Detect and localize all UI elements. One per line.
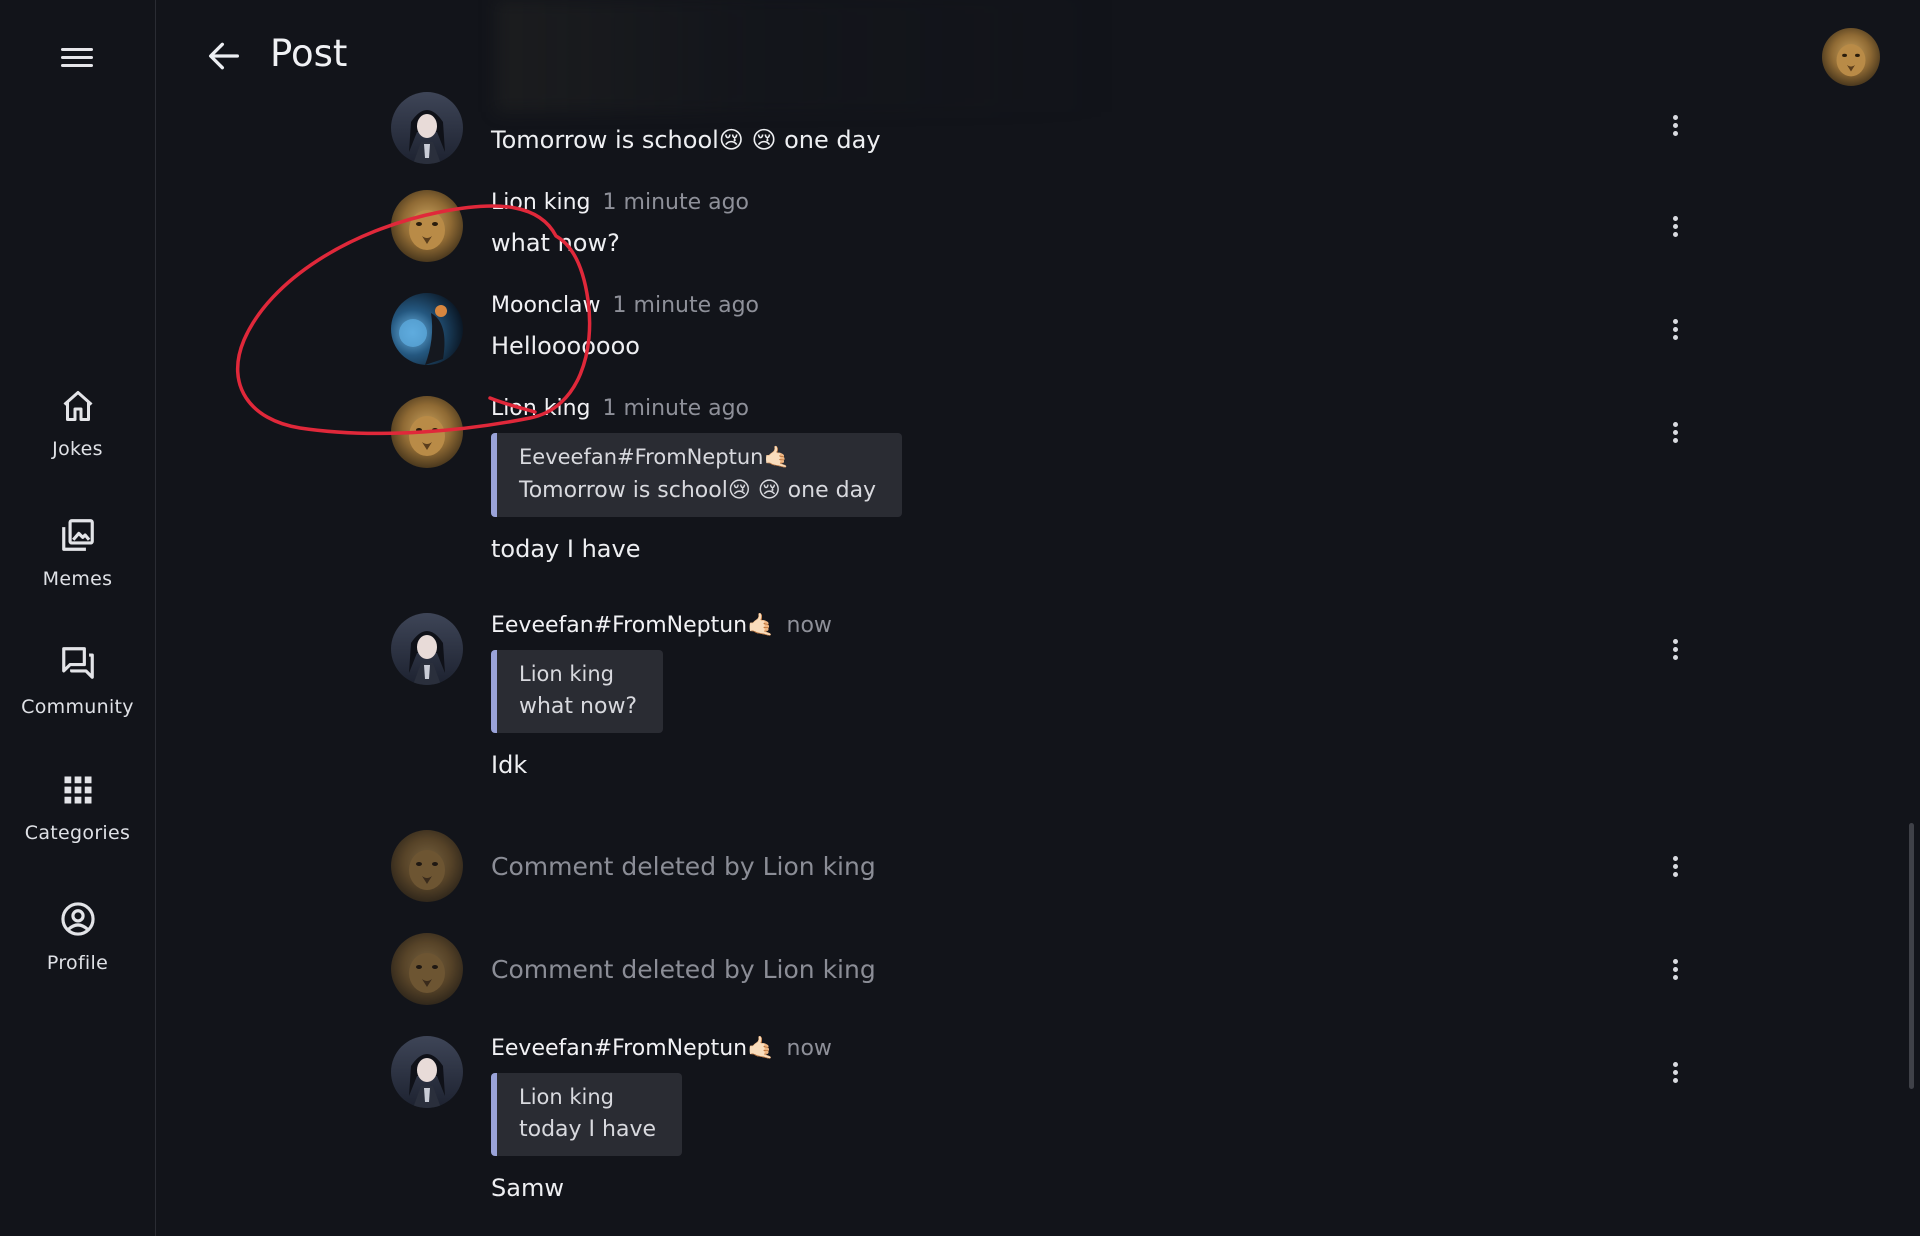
quote-author: Eeveefan#FromNeptun🤙🏻 bbox=[519, 445, 790, 469]
avatar[interactable] bbox=[391, 830, 463, 902]
home-icon bbox=[63, 391, 92, 421]
comment-author[interactable]: Lion king bbox=[491, 396, 591, 421]
more-vert-icon bbox=[1663, 115, 1687, 136]
avatar[interactable] bbox=[391, 396, 463, 468]
grid-icon bbox=[64, 776, 91, 804]
comment-author[interactable]: Moonclaw bbox=[491, 293, 601, 318]
comment-time: now bbox=[786, 613, 832, 638]
comment-text: Tomorrow is school😢 😢 one day bbox=[491, 126, 881, 154]
more-vert-icon bbox=[1663, 216, 1687, 237]
more-vert-icon bbox=[1663, 639, 1687, 660]
quote-text: Tomorrow is school😢 😢 one day bbox=[519, 478, 877, 503]
hamburger-menu-button[interactable] bbox=[58, 44, 98, 74]
more-vert-icon bbox=[1663, 422, 1687, 443]
quoted-comment[interactable]: Eeveefan#FromNeptun🤙🏻 Tomorrow is school… bbox=[491, 433, 903, 517]
more-vert-icon bbox=[1663, 856, 1687, 877]
more-options-button[interactable] bbox=[1663, 213, 1687, 243]
sidebar-item-label: Profile bbox=[46, 952, 109, 974]
comment-time: 1 minute ago bbox=[602, 190, 750, 215]
red-annotation-circle bbox=[235, 204, 592, 436]
scrollbar-thumb[interactable] bbox=[1909, 823, 1914, 1089]
more-options-button[interactable] bbox=[1663, 419, 1687, 449]
quote-text: today I have bbox=[519, 1117, 657, 1142]
comment-text: Hellooooooo bbox=[491, 332, 640, 360]
page-title: Post bbox=[270, 32, 348, 75]
comment-author[interactable]: Eeveefan#FromNeptun🤙🏻 bbox=[491, 613, 775, 638]
comment-text: today I have bbox=[491, 535, 641, 563]
arrow-left-icon bbox=[209, 42, 239, 70]
sidebar-item-label: Memes bbox=[42, 568, 113, 590]
sidebar-item-label: Categories bbox=[24, 822, 131, 844]
deleted-comment-text: Comment deleted by Lion king bbox=[491, 852, 876, 881]
avatar[interactable] bbox=[391, 1036, 463, 1108]
more-vert-icon bbox=[1663, 319, 1687, 340]
avatar[interactable] bbox=[391, 92, 463, 164]
sidebar-item-label: Jokes bbox=[52, 438, 103, 460]
account-circle-icon bbox=[60, 902, 95, 936]
deleted-comment-text: Comment deleted by Lion king bbox=[491, 955, 876, 984]
avatar[interactable] bbox=[391, 293, 463, 365]
quote-author: Lion king bbox=[519, 662, 615, 686]
comment-text: Samw bbox=[491, 1174, 564, 1202]
sidebar: Jokes Memes Community Categories Profile bbox=[0, 0, 156, 1236]
avatar[interactable] bbox=[391, 190, 463, 262]
comment-time: 1 minute ago bbox=[612, 293, 760, 318]
comment-text: what now? bbox=[491, 229, 620, 257]
comment-text: Idk bbox=[491, 751, 528, 779]
sidebar-item-profile[interactable]: Profile bbox=[0, 900, 155, 1000]
more-vert-icon bbox=[1663, 1062, 1687, 1083]
image-gallery-icon bbox=[61, 519, 94, 551]
comment-time: 1 minute ago bbox=[602, 396, 750, 421]
avatar[interactable] bbox=[391, 613, 463, 685]
more-options-button[interactable] bbox=[1663, 853, 1687, 883]
user-avatar-button[interactable] bbox=[1822, 28, 1880, 86]
sidebar-item-memes[interactable]: Memes bbox=[0, 516, 155, 616]
quoted-comment[interactable]: Lion king what now? bbox=[491, 650, 664, 733]
comment-author[interactable]: Lion king bbox=[491, 190, 591, 215]
forum-icon bbox=[61, 647, 94, 679]
more-options-button[interactable] bbox=[1663, 1059, 1687, 1089]
comment-author[interactable]: Eeveefan#FromNeptun🤙🏻 bbox=[491, 1036, 775, 1061]
more-options-button[interactable] bbox=[1663, 956, 1687, 986]
sidebar-item-label: Community bbox=[21, 696, 134, 718]
sidebar-item-jokes[interactable]: Jokes bbox=[0, 388, 155, 488]
sidebar-item-community[interactable]: Community bbox=[0, 644, 155, 744]
more-options-button[interactable] bbox=[1663, 112, 1687, 142]
back-button[interactable] bbox=[204, 36, 244, 76]
quoted-comment[interactable]: Lion king today I have bbox=[491, 1073, 683, 1156]
sidebar-item-categories[interactable]: Categories bbox=[0, 772, 155, 872]
more-vert-icon bbox=[1663, 959, 1687, 980]
quote-text: what now? bbox=[519, 694, 638, 719]
comment-time: now bbox=[786, 1036, 832, 1061]
more-options-button[interactable] bbox=[1663, 636, 1687, 666]
avatar[interactable] bbox=[391, 933, 463, 1005]
more-options-button[interactable] bbox=[1663, 316, 1687, 346]
quote-author: Lion king bbox=[519, 1085, 615, 1109]
